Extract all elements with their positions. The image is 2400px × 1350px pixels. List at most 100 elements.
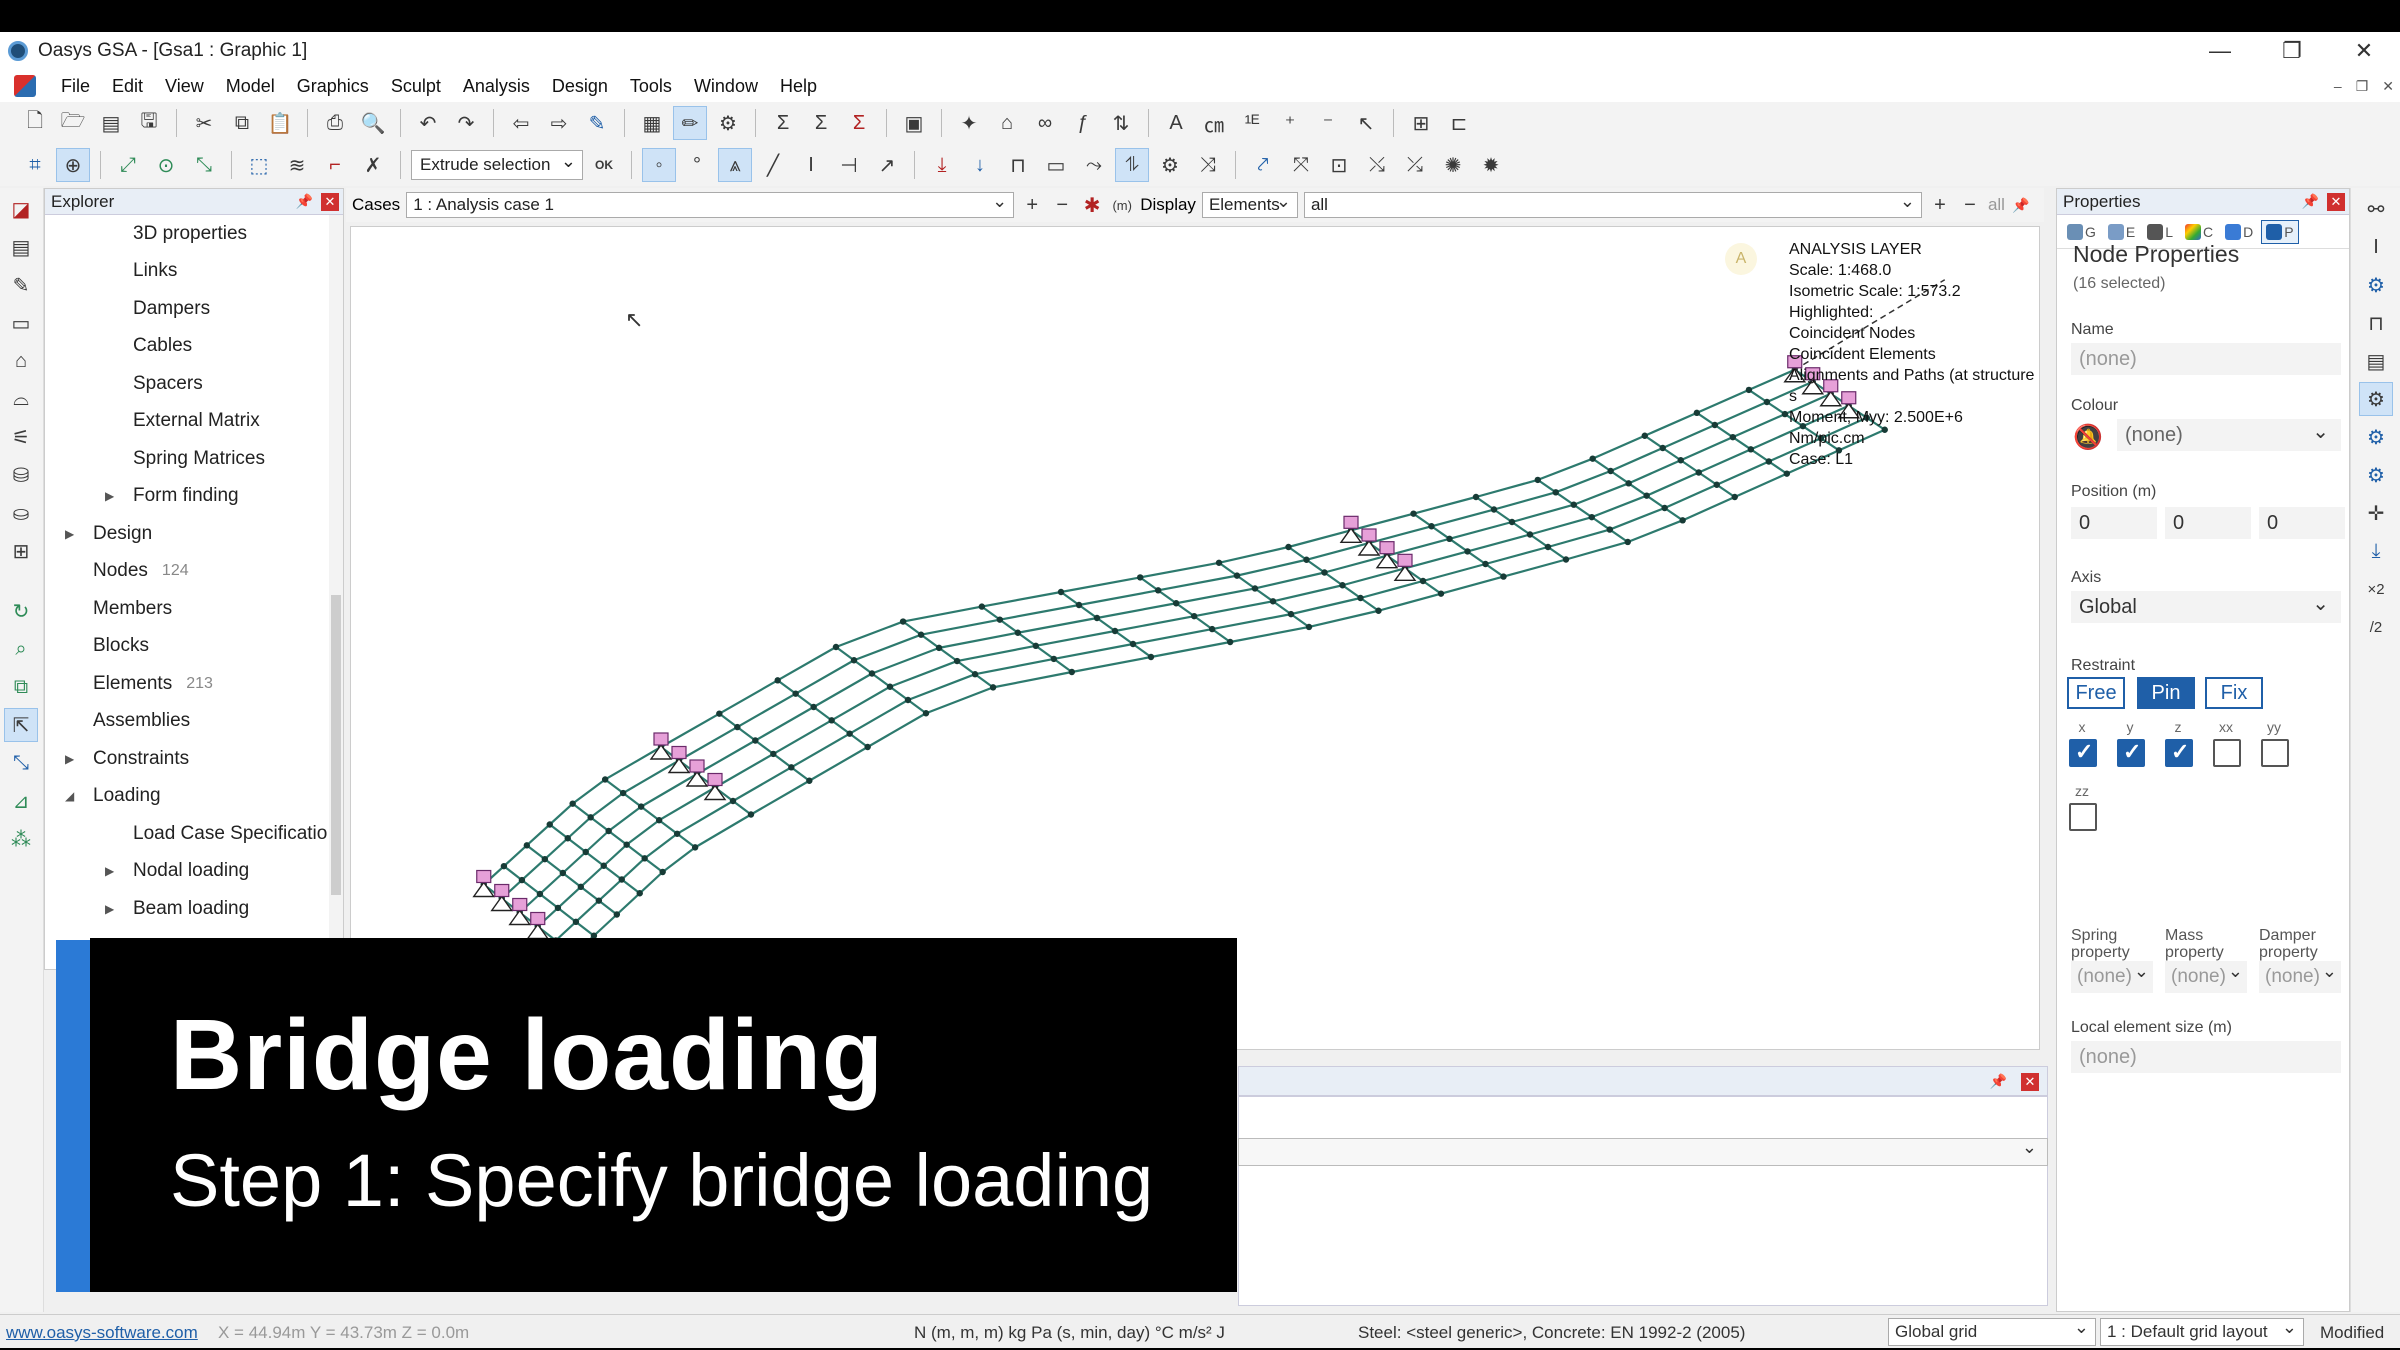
rotate-icon[interactable]: ↻ xyxy=(4,594,38,628)
new-file-icon[interactable]: 🗋 xyxy=(18,106,52,140)
mesh-node[interactable] xyxy=(1410,510,1417,517)
mesh-element[interactable] xyxy=(999,618,1019,634)
mesh-node[interactable] xyxy=(637,803,645,810)
mesh-node[interactable] xyxy=(1215,559,1223,566)
mesh-element[interactable] xyxy=(1341,584,1362,599)
tab-colour[interactable]: C xyxy=(2181,220,2217,244)
mesh-element[interactable] xyxy=(1053,642,1134,660)
node-tool-icon[interactable]: ⚙ xyxy=(2359,268,2393,302)
link-icon[interactable]: ∞ xyxy=(1028,106,1062,140)
mesh-node[interactable] xyxy=(978,603,986,610)
mesh-element[interactable] xyxy=(1060,591,1080,606)
mesh-node[interactable] xyxy=(1781,410,1789,418)
mesh-node[interactable] xyxy=(770,750,777,758)
mesh-element[interactable] xyxy=(1555,469,1612,494)
pin-tool-icon[interactable]: ✦ xyxy=(952,106,986,140)
mesh-element[interactable] xyxy=(604,778,624,794)
tree-item[interactable]: External Matrix xyxy=(45,403,343,441)
mesh-node[interactable] xyxy=(1659,444,1666,452)
mesh-element[interactable] xyxy=(1698,448,1752,474)
node-display-icon[interactable]: ◦ xyxy=(642,148,676,182)
mesh-element[interactable] xyxy=(1646,494,1666,509)
tree-item[interactable]: Blocks xyxy=(45,628,343,666)
mesh-node[interactable] xyxy=(1446,535,1453,543)
mesh-element[interactable] xyxy=(1359,597,1380,612)
tree-item[interactable]: 3D properties xyxy=(45,215,343,253)
mesh-element[interactable] xyxy=(562,872,582,888)
mesh-element[interactable] xyxy=(1591,494,1648,519)
spring-property-select[interactable]: (none) xyxy=(2071,961,2153,993)
mesh-node[interactable] xyxy=(1544,543,1552,551)
cut-icon[interactable]: ✂ xyxy=(187,106,221,140)
mesh-element[interactable] xyxy=(1466,550,1487,565)
pin-support-icon[interactable] xyxy=(649,732,673,760)
cursor-icon[interactable]: ↖ xyxy=(1349,106,1383,140)
mesh-element[interactable] xyxy=(1766,401,1786,415)
mesh-element[interactable] xyxy=(795,692,815,708)
mesh-element[interactable] xyxy=(1017,616,1098,634)
tree-item[interactable]: Assemblies xyxy=(45,703,343,741)
mesh-element[interactable] xyxy=(1682,495,1736,522)
restraint-fix-button[interactable]: Fix xyxy=(2205,677,2263,709)
mesh-node[interactable] xyxy=(899,618,907,625)
animation-icon[interactable]: ✺ xyxy=(1436,148,1470,182)
mesh-node[interactable] xyxy=(1643,492,1650,499)
mesh-node[interactable] xyxy=(989,684,997,691)
mesh-element[interactable] xyxy=(1440,575,1504,595)
scale-half-icon[interactable]: /2 xyxy=(2359,610,2393,644)
tree-item[interactable]: Spacers xyxy=(45,365,343,403)
undo-icon[interactable]: ↶ xyxy=(411,106,445,140)
mesh-node[interactable] xyxy=(1508,518,1516,526)
mesh-node[interactable] xyxy=(864,743,871,751)
mesh-element[interactable] xyxy=(1324,554,1388,574)
open-folder-icon[interactable]: 🗁 xyxy=(56,106,90,140)
tree-item[interactable]: Load Case Specificatio xyxy=(45,815,343,853)
mesh-element[interactable] xyxy=(1254,587,1274,603)
mesh-element[interactable] xyxy=(871,646,940,675)
add-member-icon[interactable]: ⤡ xyxy=(187,148,221,182)
mesh-element[interactable] xyxy=(1680,459,1700,474)
mesh-element[interactable] xyxy=(777,679,797,695)
mesh-element[interactable] xyxy=(1627,519,1684,544)
mesh-element[interactable] xyxy=(1236,574,1256,590)
mesh-node[interactable] xyxy=(673,830,681,837)
orientation-icon[interactable]: ↗ xyxy=(870,148,904,182)
mesh-element[interactable] xyxy=(974,657,1055,676)
mesh-element[interactable] xyxy=(604,746,662,781)
mesh-element[interactable] xyxy=(956,644,1037,663)
mesh-element[interactable] xyxy=(1378,592,1442,612)
mesh-element[interactable] xyxy=(1644,434,1664,449)
mesh-node[interactable] xyxy=(1562,556,1570,563)
restraint-yy-checkbox[interactable] xyxy=(2261,739,2289,767)
mesh-node[interactable] xyxy=(810,703,817,711)
remove-list-icon[interactable]: − xyxy=(1958,188,1982,222)
mesh-element[interactable] xyxy=(1610,470,1630,485)
mesh-node[interactable] xyxy=(1552,489,1559,496)
mode-shape-icon[interactable]: ⤨ xyxy=(1191,148,1225,182)
mesh-node[interactable] xyxy=(1233,572,1241,579)
mesh-node[interactable] xyxy=(1472,493,1480,501)
mesh-node[interactable] xyxy=(971,671,979,678)
mesh-node[interactable] xyxy=(1661,504,1668,512)
mesh-element[interactable] xyxy=(1609,528,1629,543)
model-wizard-icon[interactable]: ◪ xyxy=(4,192,38,226)
mesh-element[interactable] xyxy=(1662,423,1716,450)
menu-tools[interactable]: Tools xyxy=(619,76,683,97)
mesh-node[interactable] xyxy=(729,797,737,805)
mesh-element[interactable] xyxy=(981,605,1001,621)
mesh-node[interactable] xyxy=(1136,574,1144,581)
edit-shape-icon[interactable]: ⌐ xyxy=(318,148,352,182)
add-list-icon[interactable]: + xyxy=(1928,188,1952,222)
restraint-xx-checkbox[interactable] xyxy=(2213,739,2241,767)
property-icon[interactable]: ⌓ xyxy=(4,382,38,416)
output-pin-icon[interactable]: 📌 xyxy=(1990,1073,2007,1090)
mesh-element[interactable] xyxy=(644,857,664,873)
mesh-node[interactable] xyxy=(1032,642,1040,650)
supports-icon[interactable]: ⩓ xyxy=(718,148,752,182)
mesh-node[interactable] xyxy=(1437,590,1445,597)
open-recent-icon[interactable]: ▤ xyxy=(94,106,128,140)
mesh-element[interactable] xyxy=(1053,658,1073,673)
menu-graphics[interactable]: Graphics xyxy=(286,76,380,97)
mesh-node[interactable] xyxy=(734,723,741,731)
mesh-node[interactable] xyxy=(922,710,930,717)
